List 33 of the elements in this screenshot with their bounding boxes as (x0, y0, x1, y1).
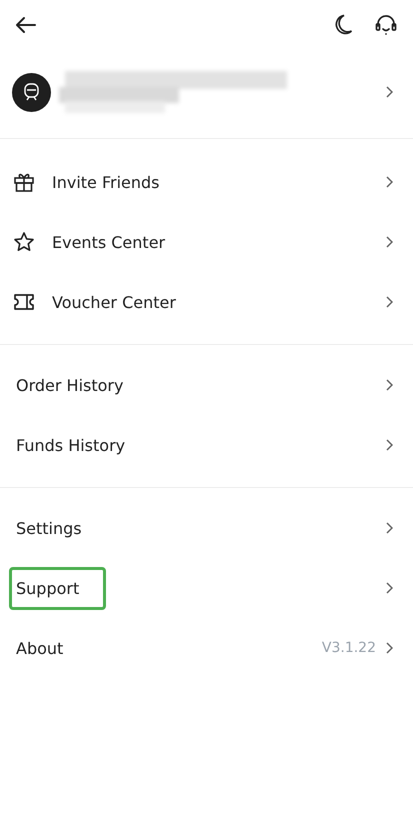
chevron-right-icon (386, 379, 393, 391)
chevron-right-icon (386, 296, 393, 308)
version-text: V3.1.22 (322, 640, 376, 656)
menu-item[interactable]: Settings (0, 498, 413, 558)
gift-icon (13, 171, 35, 193)
menu-label: Support (9, 566, 106, 610)
chevron-right-icon (386, 582, 393, 594)
menu-label: Events Center (51, 232, 166, 254)
menu-label: Order History (15, 374, 124, 396)
menu-item[interactable]: About V3.1.22 (0, 618, 413, 678)
menu-label: Funds History (15, 434, 126, 456)
chevron-right-icon (386, 642, 393, 654)
moon-icon[interactable] (333, 14, 353, 36)
menu-item[interactable]: Events Center (0, 212, 413, 272)
chevron-right-icon (386, 236, 393, 248)
headset-icon[interactable] (375, 14, 397, 36)
chevron-right-icon[interactable] (386, 86, 393, 98)
menu-label: About (15, 638, 64, 660)
avatar-icon[interactable] (12, 72, 51, 112)
menu-item[interactable]: Support (0, 558, 413, 618)
chevron-right-icon (386, 439, 393, 451)
menu-item[interactable]: Invite Friends (0, 152, 413, 212)
back-arrow-icon[interactable] (15, 16, 37, 34)
menu-label: Invite Friends (51, 172, 161, 194)
ticket-icon (13, 292, 35, 312)
menu-item[interactable]: Funds History (0, 415, 413, 475)
chevron-right-icon (386, 522, 393, 534)
menu-label: Voucher Center (51, 292, 177, 314)
star-icon (13, 231, 35, 253)
menu-item[interactable]: Order History (0, 355, 413, 415)
chevron-right-icon (386, 176, 393, 188)
menu-item[interactable]: Voucher Center (0, 272, 413, 332)
menu-label: Settings (15, 518, 83, 540)
